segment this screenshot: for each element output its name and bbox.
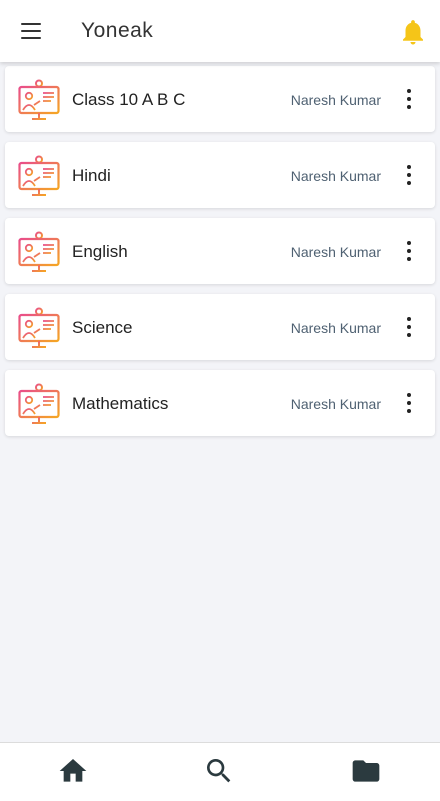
class-name: Class 10 A B C (72, 90, 186, 109)
nav-search-button[interactable] (203, 755, 235, 787)
teacher-board-icon (17, 155, 61, 199)
teacher-board-icon (17, 307, 61, 351)
more-options-button[interactable] (399, 387, 419, 419)
more-options-button[interactable] (399, 235, 419, 267)
folder-icon (352, 760, 380, 782)
class-name: English (72, 242, 128, 261)
bottom-navigation (0, 742, 440, 801)
more-vertical-icon-dot (407, 325, 411, 329)
teacher-board-icon (17, 383, 61, 427)
teacher-name: Naresh Kumar (290, 244, 381, 260)
notification-button[interactable] (398, 17, 428, 47)
class-card[interactable]: Class 10 A B C Naresh Kumar (5, 66, 435, 132)
menu-icon-line (21, 30, 41, 32)
more-options-button[interactable] (399, 311, 419, 343)
more-vertical-icon-dot (407, 181, 411, 185)
more-vertical-icon-dot (407, 97, 411, 101)
more-vertical-icon (407, 241, 411, 245)
more-vertical-icon (407, 89, 411, 93)
more-vertical-icon (407, 165, 411, 169)
app-title: Yoneak (81, 19, 154, 42)
more-vertical-icon-dot (407, 173, 411, 177)
class-name: Hindi (72, 166, 111, 185)
teacher-name: Naresh Kumar (290, 92, 381, 108)
class-card[interactable]: Hindi Naresh Kumar (5, 142, 435, 208)
search-icon (207, 759, 231, 783)
class-name: Mathematics (72, 394, 169, 413)
teacher-board-icon (17, 231, 61, 275)
menu-icon-line (21, 37, 41, 39)
more-vertical-icon-dot (407, 401, 411, 405)
teacher-name: Naresh Kumar (290, 320, 381, 336)
app-bar: Yoneak (0, 0, 440, 62)
more-options-button[interactable] (399, 83, 419, 115)
bell-icon (403, 20, 423, 45)
more-vertical-icon-dot (407, 333, 411, 337)
menu-button[interactable] (14, 16, 48, 46)
class-card[interactable]: Science Naresh Kumar (5, 294, 435, 360)
home-icon (59, 759, 87, 782)
more-vertical-icon-dot (407, 249, 411, 253)
more-vertical-icon (407, 393, 411, 397)
teacher-name: Naresh Kumar (290, 168, 381, 184)
more-vertical-icon (407, 317, 411, 321)
nav-folder-button[interactable] (350, 755, 382, 787)
more-vertical-icon-dot (407, 105, 411, 109)
more-vertical-icon-dot (407, 257, 411, 261)
class-name: Science (72, 318, 133, 337)
teacher-name: Naresh Kumar (290, 396, 381, 412)
class-card[interactable]: Mathematics Naresh Kumar (5, 370, 435, 436)
nav-home-button[interactable] (57, 755, 89, 787)
more-options-button[interactable] (399, 159, 419, 191)
teacher-board-icon (17, 79, 61, 123)
class-card[interactable]: English Naresh Kumar (5, 218, 435, 284)
more-vertical-icon-dot (407, 409, 411, 413)
menu-icon (21, 23, 41, 25)
